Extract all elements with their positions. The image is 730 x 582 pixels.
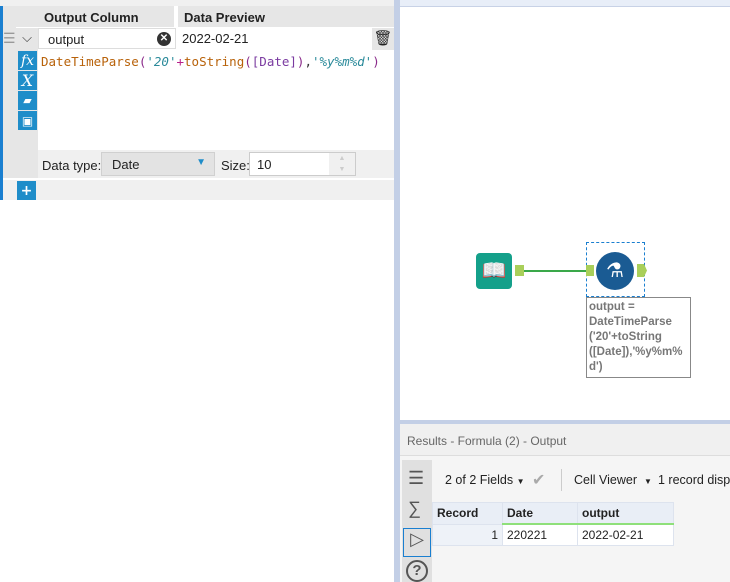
tool-annotation: output = DateTimeParse ('20'+toString ([… — [586, 297, 691, 378]
function-fx-icon[interactable]: fx — [18, 51, 37, 70]
cell-record[interactable]: 1 — [432, 523, 503, 546]
formula-flask-tool-icon[interactable]: ⚗ — [596, 252, 634, 290]
expr-operator: + — [176, 54, 185, 69]
header-output-column: Output Column — [38, 6, 174, 27]
expr-comma: , — [304, 54, 312, 69]
output-column-input[interactable]: output ✕ — [38, 28, 176, 49]
viewer-label: Cell Viewer — [574, 473, 637, 487]
header-end — [372, 6, 394, 27]
add-row: + — [3, 178, 394, 200]
collapse-chevron-icon[interactable]: ⌵ — [16, 28, 38, 50]
apply-check-icon[interactable]: ✔ — [532, 470, 545, 490]
add-formula-plus-icon[interactable]: + — [17, 181, 36, 200]
data-type-row: Data type: Date ▼ Size: 10 ▲ ▼ — [38, 150, 394, 178]
expr-paren: ( — [244, 54, 252, 69]
canvas-top-tabs — [400, 0, 730, 7]
output-anchor[interactable] — [637, 264, 647, 277]
clear-icon[interactable]: ✕ — [157, 32, 171, 46]
results-title: Results - Formula (2) - Output — [407, 434, 567, 448]
dropdown-arrow-icon: ▼ — [643, 477, 652, 486]
results-panel: Results - Formula (2) - Output ☰ ∑ ▷ ? 2… — [400, 420, 730, 582]
header-spacer — [16, 6, 38, 27]
toolbar-divider — [561, 469, 562, 491]
table-view-icon[interactable]: ☰ — [408, 468, 424, 489]
dropdown-arrow-icon: ▼ — [196, 157, 206, 168]
results-sidebar: ☰ ∑ ▷ ? — [402, 460, 432, 582]
data-type-dropdown[interactable]: Date ▼ — [101, 152, 215, 176]
column-header-output[interactable]: output — [577, 502, 674, 525]
drag-handle-icon[interactable]: ☰ — [3, 28, 16, 50]
formula-config-panel: Output Column Data Preview ☰ ⌵ output ✕ … — [0, 0, 394, 582]
variable-x-icon[interactable]: X — [18, 71, 37, 90]
column-header-date[interactable]: Date — [502, 502, 578, 525]
output-anchor[interactable] — [515, 265, 524, 276]
table-header-row: Record Date output — [432, 502, 674, 525]
expr-paren: ) — [372, 54, 380, 69]
output-name-text: output — [48, 32, 85, 47]
save-disk-icon[interactable]: ▣ — [18, 111, 37, 130]
input-anchor[interactable] — [586, 265, 594, 276]
workflow-canvas[interactable]: 📖 ⚗ output = DateTimeParse ('20'+toStrin… — [400, 0, 730, 420]
cell-output[interactable]: 2022-02-21 — [577, 523, 674, 546]
header-data-preview: Data Preview — [178, 6, 372, 27]
data-type-label: Data type: — [42, 158, 102, 173]
connection-line — [524, 270, 586, 272]
expression-editor[interactable]: DateTimeParse('20'+toString([Date]),'%y%… — [41, 54, 391, 149]
dropdown-arrow-icon: ▼ — [516, 477, 525, 486]
fields-label: 2 of 2 Fields — [445, 473, 514, 487]
results-header: Results - Formula (2) - Output — [400, 424, 730, 456]
data-type-value: Date — [112, 157, 140, 172]
stepper-arrows-icon[interactable]: ▲ ▼ — [329, 153, 355, 175]
expr-string: '%y%m%d' — [311, 54, 373, 69]
results-table: Record Date output 1 220221 2022-02-21 — [432, 502, 674, 546]
column-header-record[interactable]: Record — [432, 502, 503, 525]
size-stepper[interactable]: 10 ▲ ▼ — [249, 152, 356, 176]
delete-trash-icon[interactable]: 🗑 — [372, 28, 394, 50]
tool-column: fx X ▰ ▣ — [16, 50, 38, 178]
table-row: 1 220221 2022-02-21 — [432, 523, 674, 546]
data-preview-value: 2022-02-21 — [182, 31, 249, 46]
expr-string: '20' — [146, 54, 177, 69]
expr-function: DateTimeParse — [41, 54, 139, 69]
cell-viewer-dropdown[interactable]: Cell Viewer ▼ — [574, 473, 652, 487]
tag-icon[interactable]: ▷ — [403, 528, 431, 557]
cell-date[interactable]: 220221 — [502, 523, 578, 546]
help-icon[interactable]: ? — [406, 560, 428, 582]
expr-function: toString — [184, 54, 245, 69]
expr-field: [Date] — [251, 54, 297, 69]
input-book-tool-icon[interactable]: 📖 — [476, 253, 512, 289]
record-count: 1 record displa — [658, 473, 730, 487]
size-value: 10 — [257, 157, 272, 172]
sum-icon[interactable]: ∑ — [408, 498, 421, 519]
fields-dropdown[interactable]: 2 of 2 Fields ▼ — [445, 473, 525, 487]
size-label: Size: — [221, 158, 250, 173]
open-folder-icon[interactable]: ▰ — [18, 91, 37, 110]
